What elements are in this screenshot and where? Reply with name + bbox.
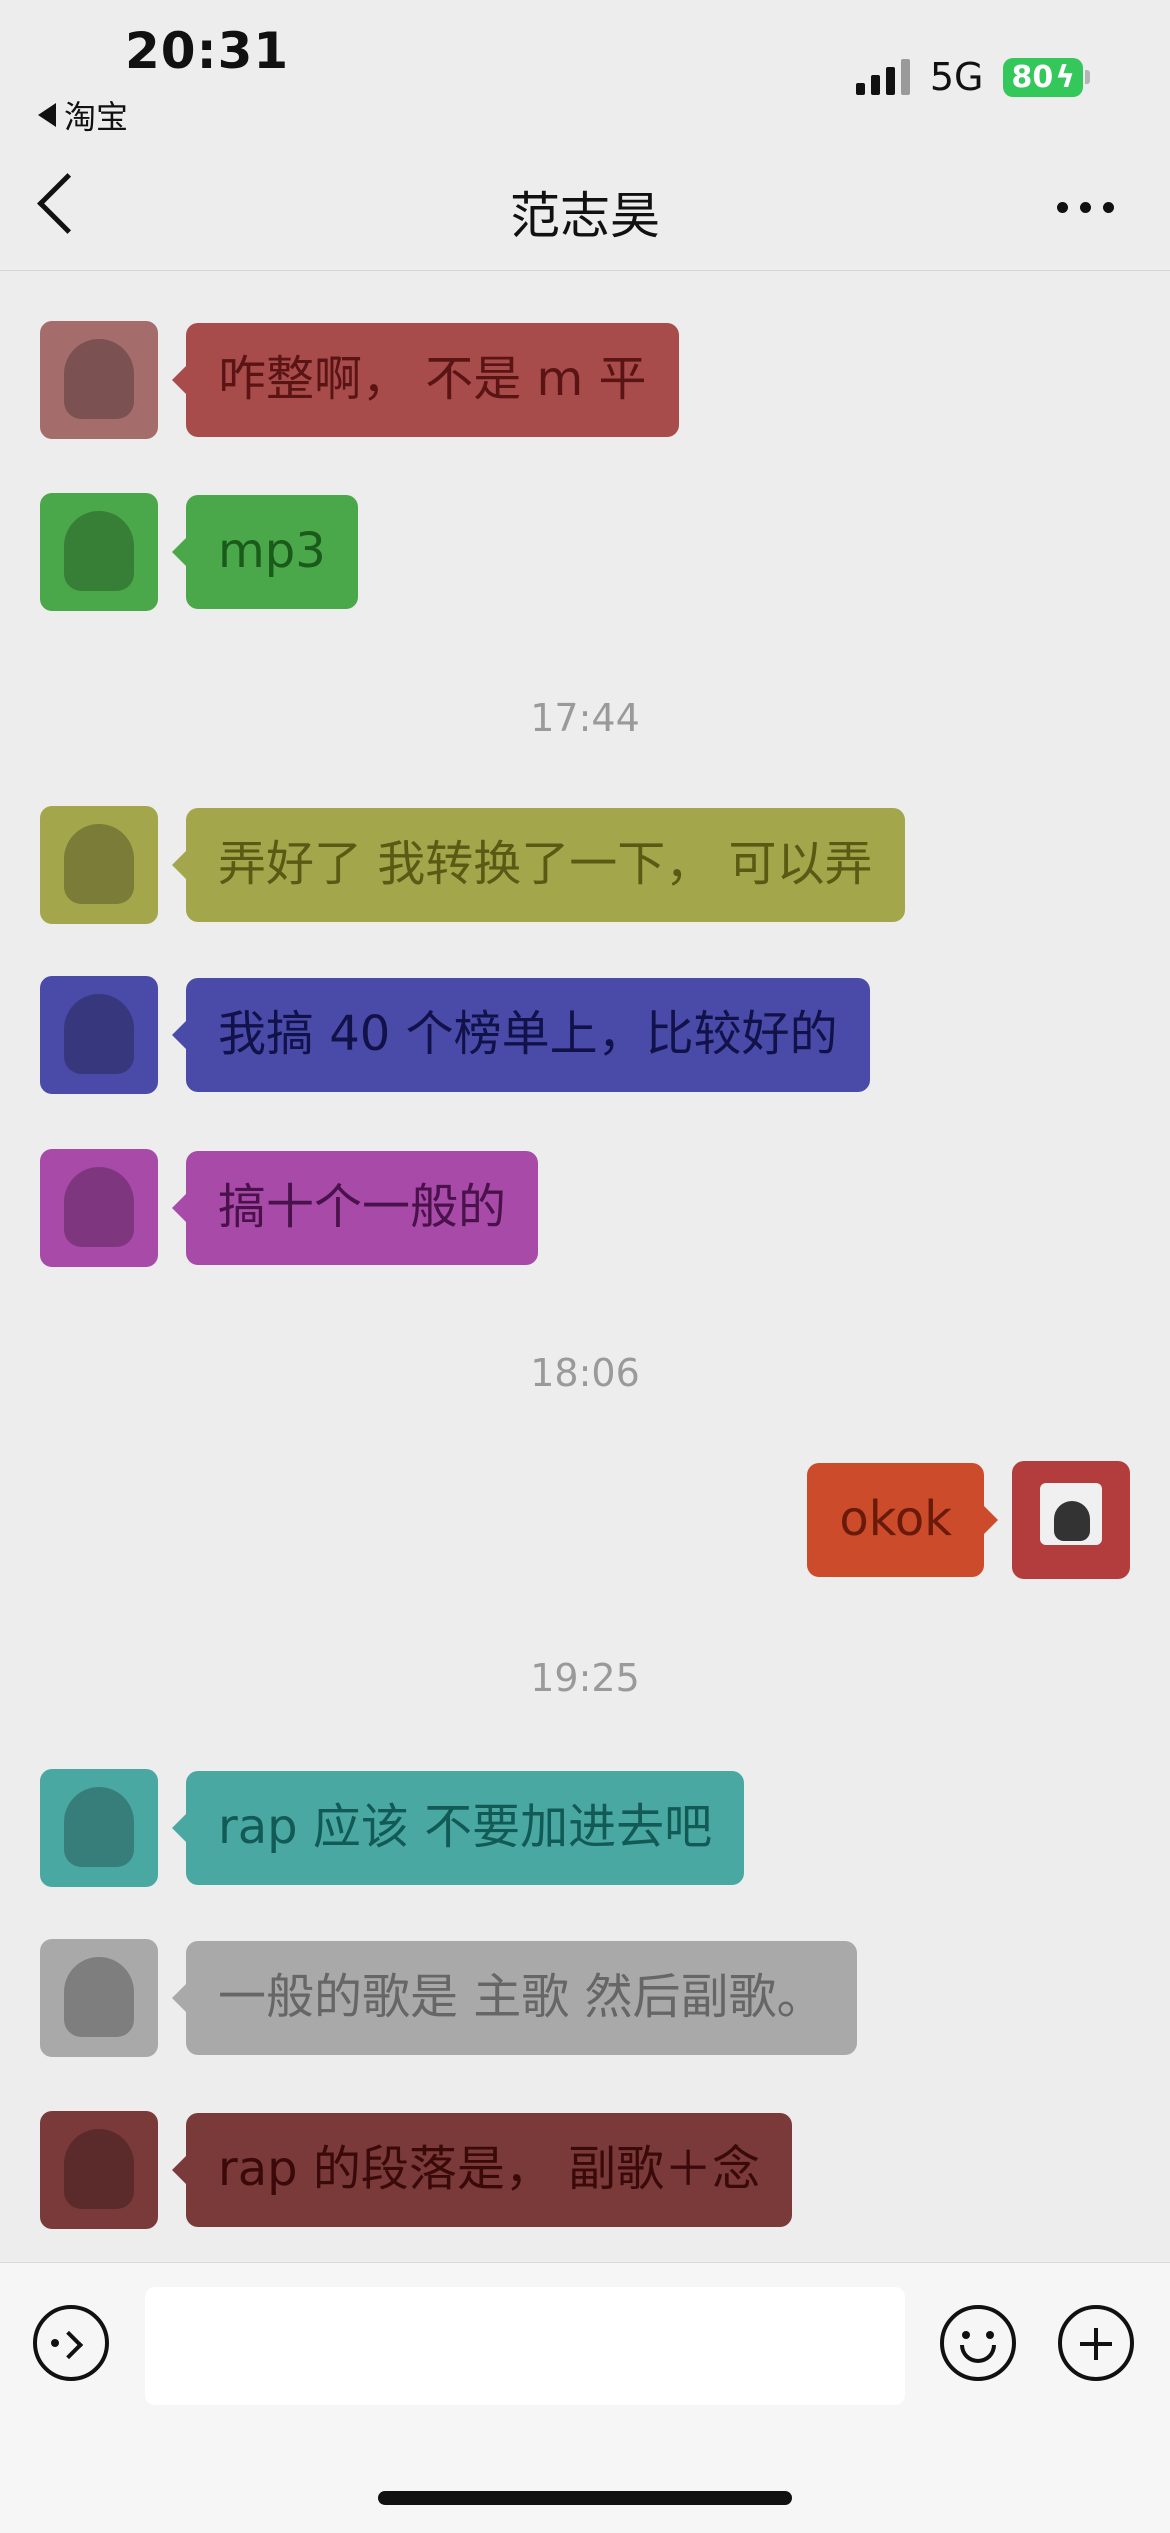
message-bubble[interactable]: 我搞 40 个榜单上，比较好的 [172,978,870,1092]
timestamp: 19:25 [530,1656,640,1700]
home-indicator[interactable] [378,2491,792,2505]
message-row: okok [807,1461,1130,1579]
message-input[interactable] [145,2287,905,2405]
charging-icon: ϟ [1055,59,1075,95]
avatar[interactable] [1012,1461,1130,1579]
message-row: 咋整啊， 不是 m 平 [40,321,679,439]
message-bubble[interactable]: 搞十个一般的 [171,1151,539,1265]
avatar[interactable] [40,1769,158,1887]
battery-level: 80 [1011,59,1054,95]
message-row: rap 应该 不要加进去吧 [40,1769,745,1887]
avatar[interactable] [40,976,158,1094]
message-row: 搞十个一般的 [40,1149,539,1267]
timestamp: 18:06 [530,1351,640,1395]
status-indicators: 5G 80 ϟ [855,55,1090,99]
back-to-app[interactable]: 淘宝 [38,92,128,138]
status-bar: 20:31 淘宝 5G 80 ϟ [0,0,1170,140]
timestamp: 17:44 [530,696,640,740]
status-time: 20:31 [125,22,290,80]
message-row: rap 的段落是， 副歌＋念 [40,2111,793,2229]
more-icon[interactable] [1057,202,1114,213]
message-bubble[interactable]: 咋整啊， 不是 m 平 [172,323,679,437]
message-row: 我搞 40 个榜单上，比较好的 [40,976,870,1094]
message-row: 一般的歌是 主歌 然后副歌。 [40,1939,857,2057]
nav-bar: 范志昊 [0,140,1170,271]
network-label: 5G [929,55,984,99]
avatar[interactable] [40,493,158,611]
message-row: mp3 [40,493,358,611]
message-bubble[interactable]: 弄好了 我转换了一下， 可以弄 [172,808,905,922]
avatar[interactable] [40,1939,158,2057]
plus-icon[interactable] [1058,2305,1134,2381]
message-bubble[interactable]: rap 应该 不要加进去吧 [171,1771,745,1885]
avatar[interactable] [40,1149,158,1267]
chat-list[interactable]: 咋整啊， 不是 m 平 mp3 17:44 弄好了 我转换了一下， 可以弄 我搞… [0,271,1170,2261]
message-row: 弄好了 我转换了一下， 可以弄 [40,806,905,924]
voice-icon[interactable] [33,2305,109,2381]
back-app-label: 淘宝 [64,98,129,136]
message-bubble[interactable]: 一般的歌是 主歌 然后副歌。 [172,1941,857,2055]
message-bubble[interactable]: rap 的段落是， 副歌＋念 [171,2113,793,2227]
message-bubble[interactable]: okok [807,1463,998,1577]
avatar[interactable] [40,321,158,439]
battery-icon: 80 ϟ [1003,57,1090,97]
back-triangle-icon [38,103,56,127]
emoji-icon[interactable] [940,2305,1016,2381]
signal-icon [855,59,910,95]
message-bubble[interactable]: mp3 [172,495,358,609]
chat-title: 范志昊 [510,187,660,245]
avatar[interactable] [40,806,158,924]
avatar[interactable] [40,2111,158,2229]
